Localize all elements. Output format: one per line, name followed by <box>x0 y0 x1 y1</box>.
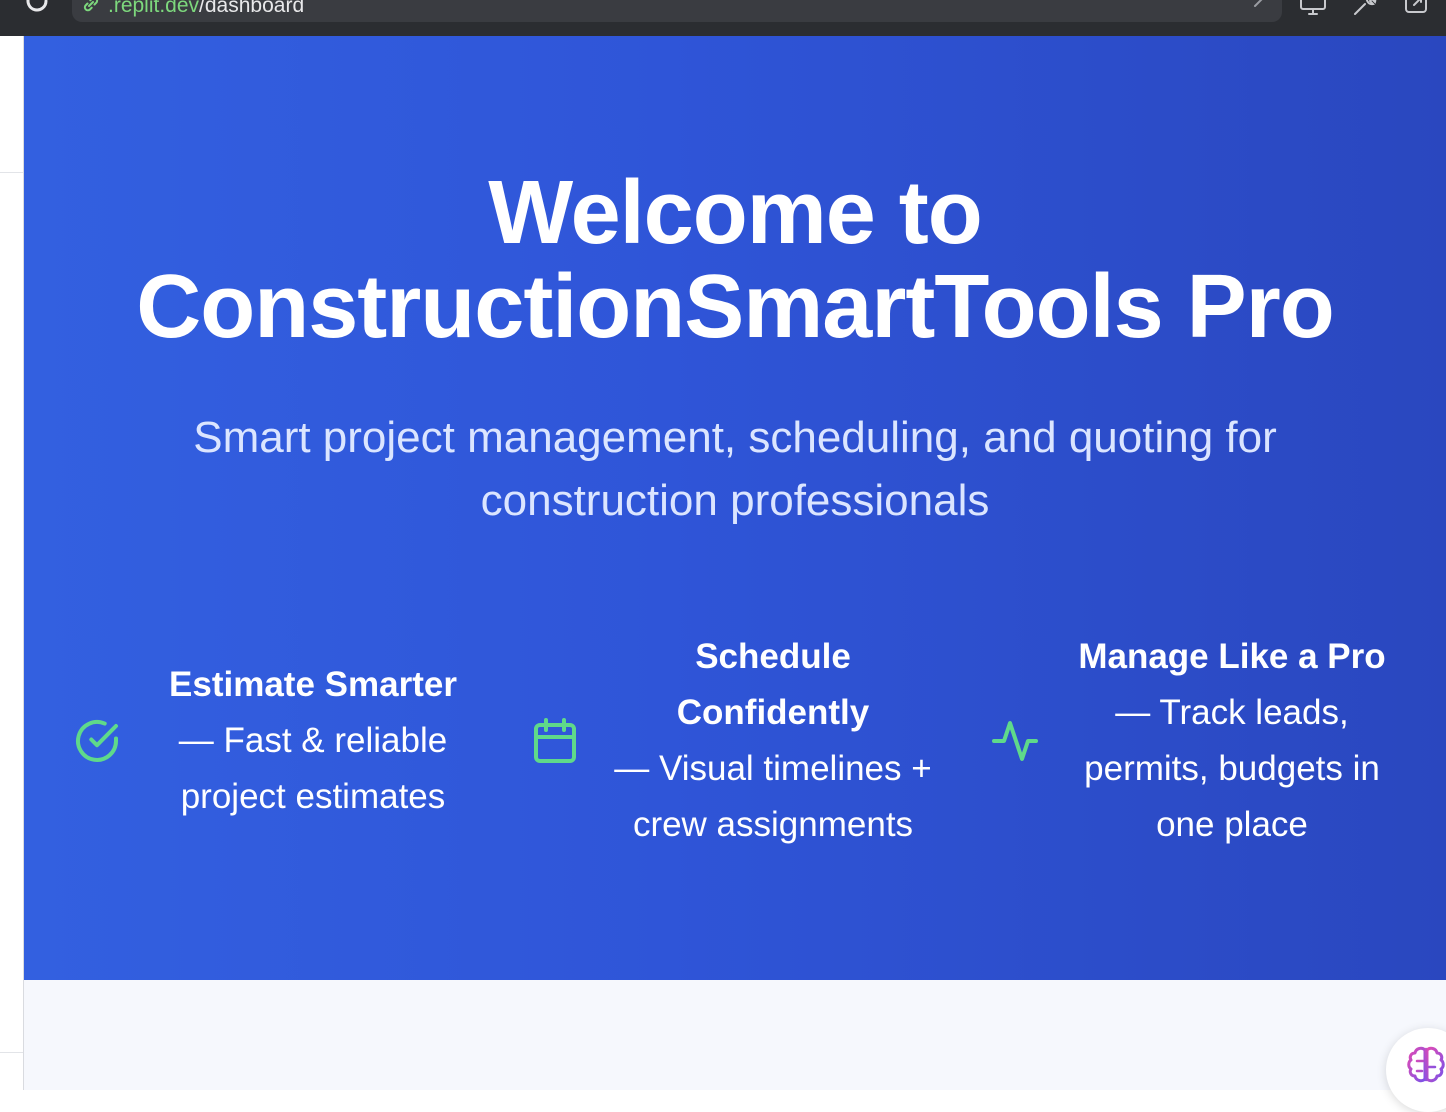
link-icon <box>83 0 99 12</box>
hero-section: Welcome to ConstructionSmartTools Pro Sm… <box>24 36 1446 980</box>
sidebar <box>0 36 24 1090</box>
brain-icon <box>1407 1046 1445 1083</box>
browser-toolbar: .replit.dev/dashboard <box>0 0 1446 36</box>
activity-icon <box>992 721 1038 761</box>
check-circle-icon <box>76 719 118 762</box>
feature-description: — Fast & reliable project estimates <box>178 721 448 816</box>
feature-estimate: Estimate Smarter — Fast & reliable proje… <box>150 657 476 825</box>
hero-subtitle: Smart project management, scheduling, an… <box>193 413 1277 525</box>
url-path: /dashboard <box>199 0 305 17</box>
content-section <box>24 980 1446 1090</box>
calendar-icon <box>534 718 576 763</box>
feature-manage: Manage Like a Pro — Track leads, permits… <box>1068 629 1396 853</box>
hero-title: Welcome to ConstructionSmartTools Pro <box>24 166 1446 354</box>
address-bar[interactable]: .replit.dev/dashboard <box>72 0 1282 22</box>
monitor-icon[interactable] <box>1298 0 1328 18</box>
feature-title: Schedule Confidently <box>676 637 870 732</box>
sidebar-divider <box>0 1052 23 1053</box>
url-text: .replit.dev/dashboard <box>108 0 304 18</box>
feature-description: — Track leads, permits, budgets in one p… <box>1084 693 1380 844</box>
chevron-icon[interactable] <box>1248 0 1268 10</box>
reload-icon[interactable] <box>22 0 52 16</box>
wrench-icon[interactable] <box>1350 0 1380 18</box>
feature-title: Estimate Smarter <box>169 665 457 704</box>
hero-title-line2: ConstructionSmartTools Pro <box>136 257 1334 357</box>
feature-title: Manage Like a Pro <box>1078 637 1386 676</box>
open-external-icon[interactable] <box>1402 0 1432 18</box>
hero-title-line1: Welcome to <box>488 163 982 263</box>
feature-schedule: Schedule Confidently — Visual timelines … <box>610 629 936 853</box>
feature-description: — Visual timelines + crew assignments <box>614 749 932 844</box>
sidebar-divider <box>0 172 23 173</box>
url-domain: .replit.dev <box>108 0 200 17</box>
